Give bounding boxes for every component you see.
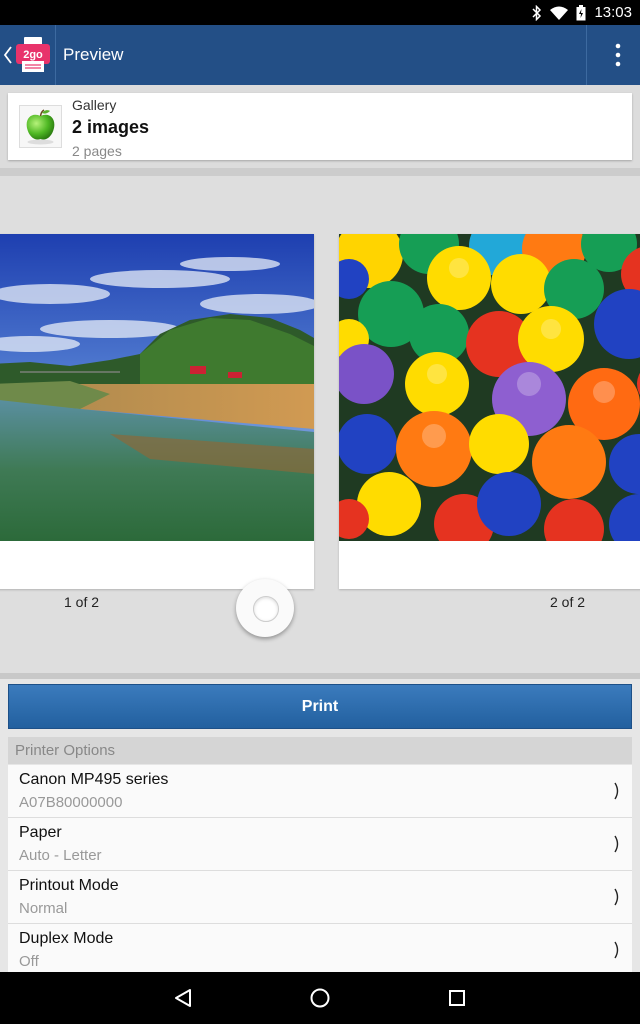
divider bbox=[586, 25, 587, 85]
source-label: Gallery bbox=[72, 97, 117, 113]
preview-page-1[interactable] bbox=[0, 234, 314, 637]
chevron-right-icon bbox=[614, 782, 619, 800]
print-button[interactable]: Print bbox=[8, 684, 632, 729]
option-duplex-mode[interactable]: Duplex Mode Off bbox=[8, 924, 632, 972]
app-bar: 2go Preview bbox=[0, 25, 640, 85]
balls-photo bbox=[339, 234, 640, 541]
option-name: Printout Mode bbox=[19, 877, 119, 894]
circle-button-icon[interactable] bbox=[236, 579, 294, 637]
landscape-photo bbox=[0, 234, 314, 541]
option-printer[interactable]: Canon MP495 series A07B80000000 bbox=[8, 765, 632, 818]
preview-carousel[interactable]: 1 of 2 2 of 2 bbox=[0, 176, 640, 673]
option-value: A07B80000000 bbox=[19, 794, 123, 811]
status-bar: 13:03 bbox=[0, 0, 640, 25]
logo-text: 2go bbox=[23, 49, 43, 61]
option-value: Normal bbox=[19, 900, 68, 917]
divider bbox=[55, 25, 56, 85]
option-printout-mode[interactable]: Printout Mode Normal bbox=[8, 871, 632, 924]
page-counter-2: 2 of 2 bbox=[550, 594, 586, 610]
divider bbox=[0, 168, 640, 176]
page-title: Preview bbox=[63, 45, 124, 64]
recents-square-icon[interactable] bbox=[445, 986, 469, 1010]
back-icon[interactable] bbox=[2, 41, 14, 69]
home-circle-icon[interactable] bbox=[308, 986, 332, 1010]
battery-icon bbox=[576, 4, 586, 21]
chevron-right-icon bbox=[614, 941, 619, 959]
source-title: 2 images bbox=[72, 117, 150, 137]
back-triangle-icon[interactable] bbox=[171, 986, 195, 1010]
apple-icon bbox=[19, 105, 62, 148]
option-name: Duplex Mode bbox=[19, 930, 114, 947]
option-name: Paper bbox=[19, 824, 62, 841]
chevron-right-icon bbox=[614, 888, 619, 906]
source-subtitle: 2 pages bbox=[72, 143, 122, 159]
overflow-menu-icon[interactable] bbox=[614, 41, 622, 69]
option-paper[interactable]: Paper Auto - Letter bbox=[8, 818, 632, 871]
source-card[interactable]: Gallery 2 images 2 pages bbox=[8, 93, 632, 160]
option-value: Auto - Letter bbox=[19, 847, 102, 864]
page-counter-1: 1 of 2 bbox=[64, 594, 100, 610]
app-logo[interactable]: 2go bbox=[14, 37, 52, 73]
options-panel: Print Printer Options Canon MP495 series… bbox=[0, 679, 640, 972]
wifi-icon bbox=[550, 6, 569, 20]
section-header: Printer Options bbox=[8, 737, 632, 764]
option-value: Off bbox=[19, 953, 39, 970]
option-name: Canon MP495 series bbox=[19, 771, 169, 788]
status-time: 13:03 bbox=[594, 4, 632, 21]
preview-page-2[interactable] bbox=[339, 234, 640, 589]
chevron-right-icon bbox=[614, 835, 619, 853]
bluetooth-icon bbox=[532, 4, 542, 21]
navigation-bar bbox=[0, 972, 640, 1024]
